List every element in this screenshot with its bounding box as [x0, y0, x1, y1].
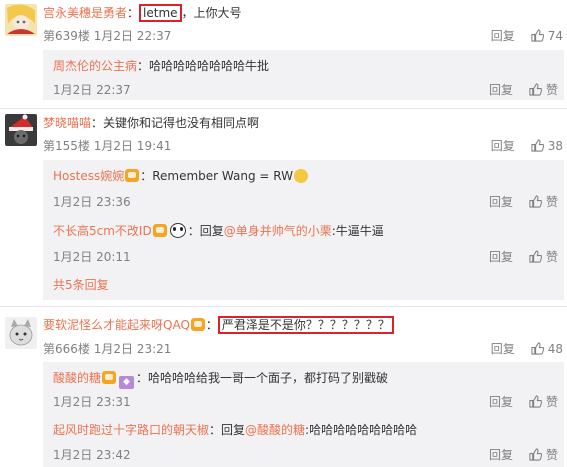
subreply-content: ：哈哈哈哈给我一哥一个面子，都打码了别戳破: [136, 371, 389, 385]
smile-emoji-icon: [294, 169, 308, 183]
colon: ：: [205, 318, 218, 332]
mention-link[interactable]: @酸酸的糖: [245, 423, 305, 437]
subreply-username[interactable]: 起风时跑过十字路口的朝天椒: [53, 423, 209, 437]
subreply-content: ：回复: [187, 224, 224, 238]
like-label: 赞: [545, 195, 558, 209]
like-button[interactable]: 赞: [529, 393, 558, 410]
comment-text-line: 宫永美穗是勇者： letme ，上你大号: [43, 4, 242, 22]
subreply-box: 周杰伦的公主病：哈哈哈哈哈哈哈哈牛批 1月2日 22:37 回复 赞: [43, 50, 564, 100]
comment-username[interactable]: 宫永美穗是勇者: [43, 6, 127, 20]
subreply-content: ：回复: [209, 423, 246, 437]
like-button[interactable]: 赞: [529, 81, 558, 98]
level-badge-icon: ◆: [119, 376, 135, 389]
subreply-actions: 回复 赞: [489, 393, 558, 410]
subreply-content: ：Remember Wang = RW: [140, 169, 293, 183]
subreply-text: 酸酸的糖 ◆ ：哈哈哈哈给我一哥一个面子，都打码了别戳破: [53, 370, 388, 389]
reply-button[interactable]: 回复: [489, 446, 513, 463]
comment-actions: 回复 48: [491, 340, 563, 357]
like-button[interactable]: 74: [531, 29, 563, 43]
like-button[interactable]: 赞: [529, 446, 558, 463]
subreply-time: 1月2日 20:11: [53, 250, 131, 264]
highlighted-text: letme: [139, 4, 182, 22]
subreply-actions: 回复 赞: [489, 446, 558, 463]
divider: [0, 306, 567, 307]
comment-meta: 第666楼 1月2日 23:21: [43, 342, 172, 356]
thumb-up-icon: [529, 448, 542, 461]
highlighted-text: 严君泽是不是你？？？？？？？: [217, 316, 394, 334]
reply-button[interactable]: 回复: [491, 137, 515, 154]
subreply-box: Hostess婉婉 ：Remember Wang = RW 1月2日 23:36 …: [43, 160, 564, 300]
thumb-up-icon: [531, 342, 544, 355]
subreply-time: 1月2日 22:37: [53, 83, 131, 97]
panda-icon: [169, 223, 186, 238]
thumb-up-icon: [531, 29, 544, 42]
comment-text-line: 梦晓喵喵：关键你和记得也没有相同点啊: [43, 115, 259, 132]
comment-text: ，上你大号: [181, 6, 242, 20]
comment-text-line: 要软泥怪么才能起来呀QAQ ：严君泽是不是你？？？？？？？: [43, 316, 394, 334]
subreply-username[interactable]: 酸酸的糖: [53, 371, 101, 385]
like-count: 48: [547, 341, 563, 356]
like-button[interactable]: 38: [531, 139, 563, 153]
subreply-text: 周杰伦的公主病：哈哈哈哈哈哈哈哈牛批: [53, 58, 269, 75]
more-replies-link[interactable]: 共5条回复: [53, 276, 109, 293]
like-button[interactable]: 48: [531, 342, 563, 356]
vip-badge-icon: [152, 224, 167, 237]
comment-text: ：关键你和记得也没有相同点啊: [91, 116, 260, 130]
subreply-username[interactable]: Hostess婉婉: [53, 169, 124, 183]
subreply-actions: 回复 赞: [489, 193, 558, 210]
like-label: 赞: [545, 250, 558, 264]
like-count: 38: [547, 138, 563, 153]
like-label: 赞: [545, 395, 558, 409]
thumb-up-icon: [529, 195, 542, 208]
reply-button[interactable]: 回复: [489, 248, 513, 265]
subreply-actions: 回复 赞: [489, 248, 558, 265]
reply-button[interactable]: 回复: [489, 81, 513, 98]
user-avatar[interactable]: [5, 114, 37, 146]
like-label: 赞: [545, 448, 558, 462]
subreply-content: :哈哈哈哈哈哈哈哈哈: [305, 423, 418, 437]
mention-link[interactable]: @单身并帅气的小栗: [224, 224, 332, 238]
subreply-text: 不长高5cm不改ID ：回复@单身并帅气的小栗:牛逼牛逼: [53, 223, 384, 240]
subreply-content: :牛逼牛逼: [331, 224, 384, 238]
comment-actions: 回复 74: [491, 27, 563, 44]
subreply-time: 1月2日 23:36: [53, 195, 131, 209]
thumb-up-icon: [529, 395, 542, 408]
colon: ：: [127, 6, 140, 20]
comment-actions: 回复 38: [491, 137, 563, 154]
user-avatar[interactable]: [5, 4, 37, 36]
comment-meta: 第155楼 1月2日 19:41: [43, 139, 172, 153]
like-button[interactable]: 赞: [529, 248, 558, 265]
reply-button[interactable]: 回复: [491, 340, 515, 357]
subreply-time: 1月2日 23:42: [53, 448, 131, 462]
subreply-actions: 回复 赞: [489, 81, 558, 98]
subreply-text: 起风时跑过十字路口的朝天椒：回复@酸酸的糖:哈哈哈哈哈哈哈哈哈: [53, 422, 417, 439]
comment-username[interactable]: 梦晓喵喵: [43, 116, 91, 130]
comment-item: 要软泥怪么才能起来呀QAQ ：严君泽是不是你？？？？？？？ 第666楼 1月2日 …: [0, 311, 567, 467]
like-button[interactable]: 赞: [529, 193, 558, 210]
user-avatar[interactable]: [5, 317, 37, 349]
reply-button[interactable]: 回复: [491, 27, 515, 44]
vip-badge-icon: [190, 318, 205, 331]
subreply-username[interactable]: 不长高5cm不改ID: [53, 224, 152, 238]
thumb-up-icon: [529, 83, 542, 96]
vip-badge-icon: [125, 169, 140, 182]
divider: [0, 108, 567, 109]
reply-button[interactable]: 回复: [489, 193, 513, 210]
vip-badge-icon: [102, 371, 117, 384]
comment-meta: 第639楼 1月2日 22:37: [43, 29, 172, 43]
subreply-time: 1月2日 23:31: [53, 395, 131, 409]
comment-item: 梦晓喵喵：关键你和记得也没有相同点啊 第155楼 1月2日 19:41 回复 3…: [0, 110, 567, 300]
subreply-text: Hostess婉婉 ：Remember Wang = RW: [53, 168, 308, 185]
subreply-box: 酸酸的糖 ◆ ：哈哈哈哈给我一哥一个面子，都打码了别戳破 1月2日 23:31 回复…: [43, 362, 564, 467]
comment-username[interactable]: 要软泥怪么才能起来呀QAQ: [43, 318, 190, 332]
subreply-content: ：哈哈哈哈哈哈哈哈牛批: [137, 59, 270, 73]
thumb-up-icon: [529, 250, 542, 263]
like-label: 赞: [545, 83, 558, 97]
reply-button[interactable]: 回复: [489, 393, 513, 410]
comment-item: 宫永美穗是勇者： letme ，上你大号 第639楼 1月2日 22:37 回复 7…: [0, 0, 567, 100]
subreply-username[interactable]: 周杰伦的公主病: [53, 59, 137, 73]
thumb-up-icon: [531, 139, 544, 152]
like-count: 74: [547, 28, 563, 43]
